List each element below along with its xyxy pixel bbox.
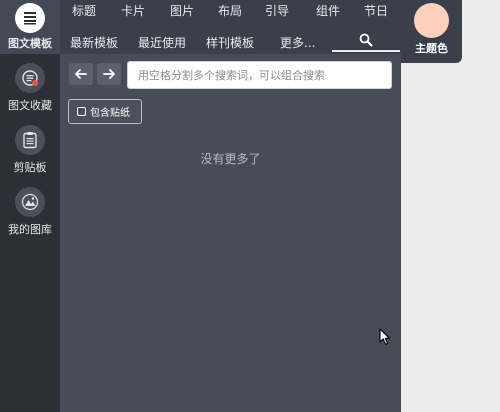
tab-more[interactable]: 更多... [280, 34, 315, 51]
tab-recently-used[interactable]: 最近使用 [138, 34, 186, 51]
checkbox-icon [77, 107, 86, 116]
sidebar-item-label: 图文收藏 [8, 99, 52, 112]
theme-color-panel: 主题色 [401, 0, 462, 63]
search-icon [359, 33, 373, 47]
favorites-icon [15, 63, 45, 93]
tab-layout[interactable]: 布局 [218, 2, 242, 19]
arrow-right-icon [103, 69, 115, 79]
include-stickers-toggle[interactable]: 包含贴纸 [68, 99, 142, 124]
theme-color-label: 主题色 [415, 42, 448, 55]
sidebar-item-label: 我的图库 [8, 223, 52, 236]
back-button[interactable] [69, 63, 93, 85]
sidebar-item-label: 图文模板 [8, 37, 52, 50]
mouse-cursor-icon [379, 328, 391, 350]
include-stickers-label: 包含贴纸 [90, 108, 130, 119]
theme-color-swatch[interactable] [414, 3, 449, 38]
clipboard-icon [15, 125, 45, 155]
sidebar-item-templates[interactable]: 图文模板 [0, 0, 60, 54]
template-list-icon [15, 3, 45, 33]
category-nav: 标题 卡片 图片 布局 引导 组件 节日 最新模板 最近使用 样刊模板 更多..… [60, 0, 401, 54]
tab-festival[interactable]: 节日 [364, 2, 388, 19]
sidebar-item-label: 剪贴板 [13, 161, 47, 174]
search-input[interactable] [127, 61, 392, 89]
tab-search[interactable] [332, 30, 400, 52]
tab-latest-templates[interactable]: 最新模板 [70, 34, 118, 51]
arrow-left-icon [75, 69, 87, 79]
empty-results-message: 没有更多了 [200, 152, 261, 166]
tab-card[interactable]: 卡片 [121, 2, 145, 19]
image-library-icon [15, 187, 45, 217]
sidebar-item-favorites[interactable]: 图文收藏 [0, 63, 60, 113]
tab-sample-templates[interactable]: 样刊模板 [206, 34, 254, 51]
forward-button[interactable] [97, 63, 121, 85]
sidebar-item-clipboard[interactable]: 剪贴板 [0, 125, 60, 175]
tab-title[interactable]: 标题 [72, 2, 96, 19]
tab-guide[interactable]: 引导 [265, 2, 289, 19]
sidebar-item-library[interactable]: 我的图库 [0, 187, 60, 237]
category-tabs: 标题 卡片 图片 布局 引导 组件 节日 [60, 2, 401, 22]
sidebar: 图文模板 图文收藏 剪贴板 我的图库 [0, 0, 60, 412]
tab-image[interactable]: 图片 [170, 2, 194, 19]
tab-component[interactable]: 组件 [316, 2, 340, 19]
